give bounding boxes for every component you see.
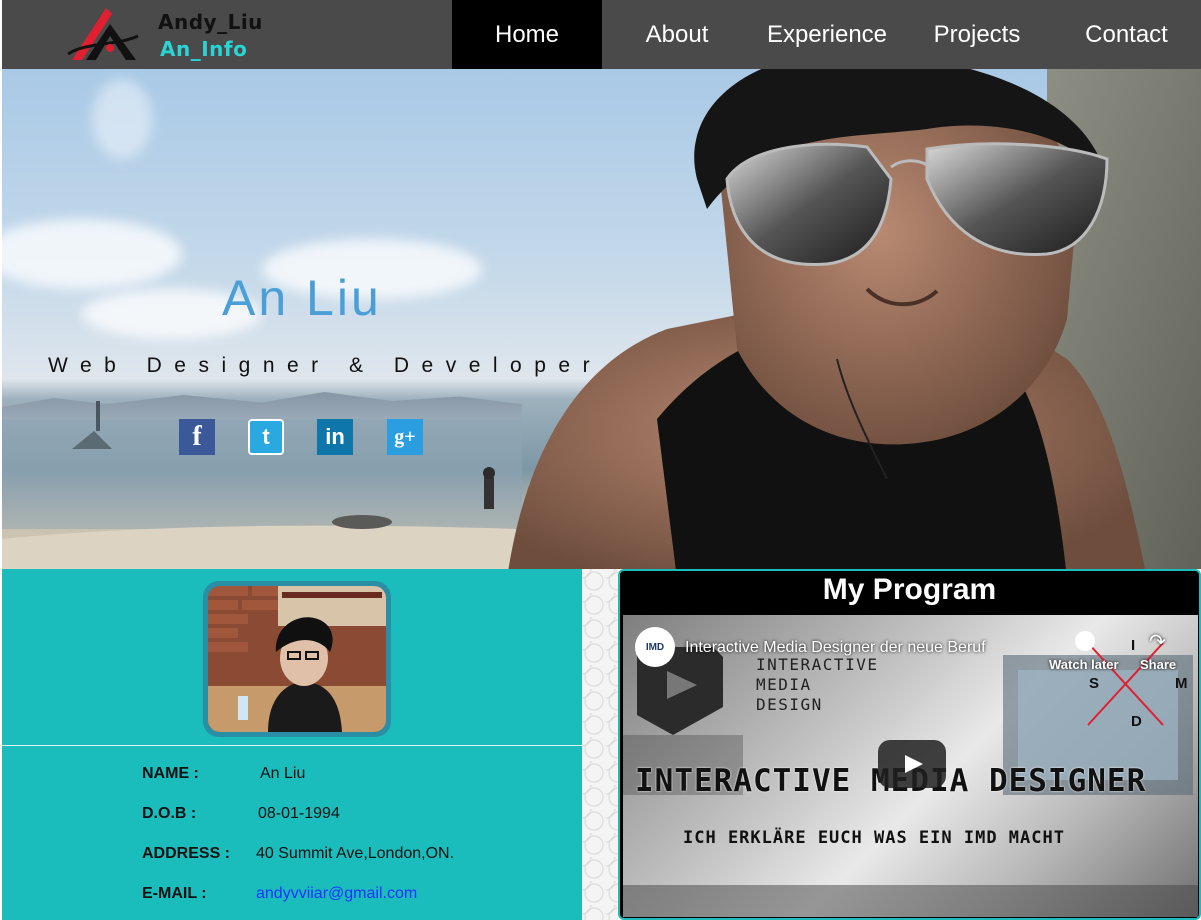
facebook-icon[interactable]: f <box>179 419 215 455</box>
share-icon: ↷ <box>1149 631 1166 653</box>
hero-banner: An Liu Web Designer & Developer f t in g… <box>2 69 1201 569</box>
googleplus-icon[interactable]: g+ <box>387 419 423 455</box>
decorative-pattern <box>582 569 618 920</box>
nav-about[interactable]: About <box>602 0 752 69</box>
nav-experience[interactable]: Experience <box>752 0 902 69</box>
nav-contact[interactable]: Contact <box>1052 0 1201 69</box>
hero-portrait <box>508 69 1201 569</box>
smid-i: I <box>1131 637 1136 654</box>
logo-name: Andy_Liu <box>158 10 263 34</box>
dob-value: 08-01-1994 <box>258 805 340 822</box>
video-subline: ICH ERKLÄRE EUCH WAS EIN IMD MACHT <box>683 828 1065 848</box>
address-label: ADDRESS : <box>142 845 231 862</box>
hero-role: Web Designer & Developer <box>48 354 603 377</box>
profile-panel: NAME : An Liu D.O.B : 08-01-1994 ADDRESS… <box>2 569 582 920</box>
email-link[interactable]: andyvviiar@gmail.com <box>256 885 417 903</box>
name-label: NAME : <box>142 765 199 782</box>
watch-later-button[interactable]: Watch later <box>1049 657 1119 672</box>
linkedin-icon[interactable]: in <box>317 419 353 455</box>
smid-s: S <box>1089 675 1100 692</box>
site-logo[interactable]: Andy_Liu An_Info <box>66 2 266 66</box>
profile-divider <box>2 745 582 746</box>
nav-projects[interactable]: Projects <box>902 0 1052 69</box>
channel-avatar-icon[interactable]: IMD <box>635 627 675 667</box>
play-icon <box>905 755 923 773</box>
smid-m: M <box>1175 675 1188 692</box>
hero-name: An Liu <box>222 270 382 326</box>
top-nav: Andy_Liu An_Info Home About Experience P… <box>2 0 1201 69</box>
logo-subtitle: An_Info <box>160 37 248 61</box>
video-logo-text: INTERACTIVE MEDIA DESIGN <box>756 655 879 714</box>
beach-scene <box>2 401 522 569</box>
twitter-icon[interactable]: t <box>248 419 284 455</box>
play-button[interactable] <box>878 740 946 788</box>
dob-label: D.O.B : <box>142 805 197 822</box>
program-panel: My Program IMD Interactive Media Designe… <box>618 569 1201 920</box>
avatar-photo <box>208 586 386 732</box>
video-embed[interactable]: IMD Interactive Media Designer der neue … <box>623 615 1198 917</box>
address-value: 40 Summit Ave,London,ON. <box>256 845 455 862</box>
smid-d: D <box>1131 713 1142 730</box>
program-title: My Program <box>822 573 997 606</box>
clock-icon <box>1075 631 1095 651</box>
logo-mark-icon <box>67 8 139 60</box>
nav-home[interactable]: Home <box>452 0 602 69</box>
name-value: An Liu <box>260 765 306 782</box>
share-button[interactable]: Share <box>1140 657 1176 672</box>
avatar <box>203 581 391 737</box>
email-label: E-MAIL : <box>142 885 207 902</box>
